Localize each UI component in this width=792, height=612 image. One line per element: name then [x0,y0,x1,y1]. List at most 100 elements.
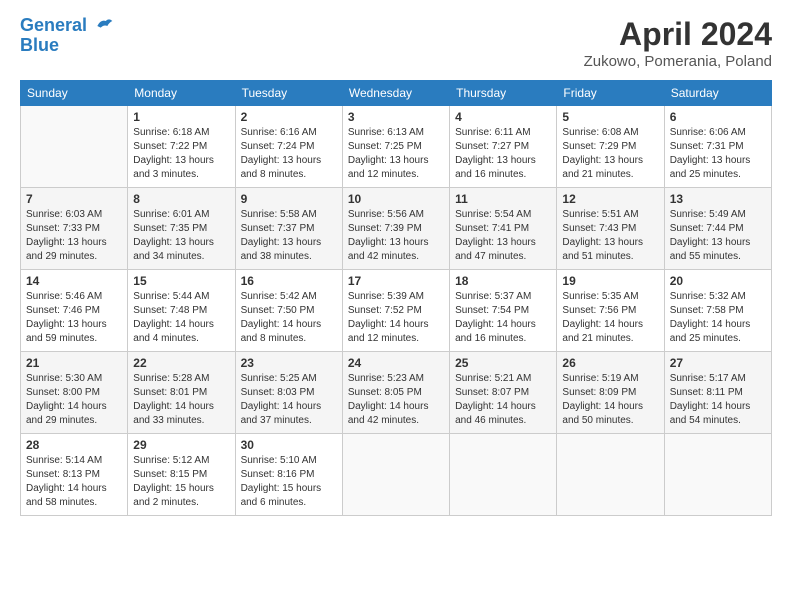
day-info: Sunrise: 5:46 AM [26,290,122,304]
calendar-day-header: Friday [557,81,664,106]
day-number: 14 [26,274,122,288]
day-info: Sunrise: 6:16 AM [241,126,337,140]
day-info: Daylight: 14 hours [670,318,766,332]
day-info: Sunset: 8:09 PM [562,386,658,400]
calendar-cell: 20Sunrise: 5:32 AMSunset: 7:58 PMDayligh… [664,270,771,352]
day-info: Daylight: 14 hours [455,400,551,414]
day-info: Sunset: 7:31 PM [670,140,766,154]
day-info: Daylight: 13 hours [562,154,658,168]
calendar-cell [342,434,449,516]
day-info: Sunrise: 5:42 AM [241,290,337,304]
day-info: and 46 minutes. [455,414,551,428]
day-number: 4 [455,110,551,124]
day-info: Sunset: 7:58 PM [670,304,766,318]
main-title: April 2024 [584,16,772,53]
day-info: Sunrise: 5:12 AM [133,454,229,468]
day-info: Sunset: 8:07 PM [455,386,551,400]
day-info: Sunset: 7:48 PM [133,304,229,318]
day-info: Sunrise: 5:25 AM [241,372,337,386]
day-info: Daylight: 13 hours [26,236,122,250]
day-info: and 25 minutes. [670,332,766,346]
day-number: 5 [562,110,658,124]
day-info: and 55 minutes. [670,250,766,264]
day-info: Sunset: 8:13 PM [26,468,122,482]
day-info: Daylight: 13 hours [241,154,337,168]
calendar-cell: 3Sunrise: 6:13 AMSunset: 7:25 PMDaylight… [342,106,449,188]
day-info: Daylight: 14 hours [348,400,444,414]
day-info: Daylight: 14 hours [133,318,229,332]
day-info: Daylight: 14 hours [455,318,551,332]
calendar-week-row: 1Sunrise: 6:18 AMSunset: 7:22 PMDaylight… [21,106,772,188]
subtitle: Zukowo, Pomerania, Poland [584,53,772,70]
page: General Blue April 2024 Zukowo, Pomerani… [0,0,792,612]
day-number: 13 [670,192,766,206]
calendar-cell [664,434,771,516]
day-info: Sunset: 8:01 PM [133,386,229,400]
day-info: Sunrise: 5:28 AM [133,372,229,386]
day-info: Sunrise: 5:19 AM [562,372,658,386]
day-info: Daylight: 13 hours [455,236,551,250]
calendar-week-row: 28Sunrise: 5:14 AMSunset: 8:13 PMDayligh… [21,434,772,516]
day-info: Daylight: 13 hours [348,236,444,250]
day-number: 7 [26,192,122,206]
calendar-cell: 30Sunrise: 5:10 AMSunset: 8:16 PMDayligh… [235,434,342,516]
day-number: 19 [562,274,658,288]
day-info: Daylight: 13 hours [133,236,229,250]
day-info: Daylight: 14 hours [26,400,122,414]
day-info: Sunrise: 5:37 AM [455,290,551,304]
day-info: Sunrise: 6:06 AM [670,126,766,140]
calendar-week-row: 14Sunrise: 5:46 AMSunset: 7:46 PMDayligh… [21,270,772,352]
day-info: Sunset: 7:24 PM [241,140,337,154]
day-info: Sunset: 8:03 PM [241,386,337,400]
day-info: and 16 minutes. [455,332,551,346]
day-info: Sunset: 7:29 PM [562,140,658,154]
day-info: Daylight: 14 hours [133,400,229,414]
day-info: and 21 minutes. [562,168,658,182]
logo-text: General [20,16,114,36]
calendar-cell: 19Sunrise: 5:35 AMSunset: 7:56 PMDayligh… [557,270,664,352]
day-info: and 51 minutes. [562,250,658,264]
day-info: Daylight: 13 hours [455,154,551,168]
day-info: Sunrise: 5:44 AM [133,290,229,304]
calendar-cell: 15Sunrise: 5:44 AMSunset: 7:48 PMDayligh… [128,270,235,352]
day-info: Sunrise: 6:01 AM [133,208,229,222]
day-info: Daylight: 13 hours [670,236,766,250]
day-number: 12 [562,192,658,206]
day-info: and 50 minutes. [562,414,658,428]
logo-text2: Blue [20,36,114,56]
day-info: Daylight: 13 hours [670,154,766,168]
calendar-cell [21,106,128,188]
day-info: Sunset: 7:52 PM [348,304,444,318]
day-info: Sunset: 8:11 PM [670,386,766,400]
day-info: Sunrise: 6:18 AM [133,126,229,140]
day-number: 3 [348,110,444,124]
day-info: Sunset: 7:25 PM [348,140,444,154]
day-info: Sunrise: 5:23 AM [348,372,444,386]
day-info: Sunset: 7:56 PM [562,304,658,318]
day-number: 28 [26,438,122,452]
day-info: Sunset: 7:37 PM [241,222,337,236]
calendar-day-header: Saturday [664,81,771,106]
day-info: Sunset: 8:16 PM [241,468,337,482]
day-info: Sunrise: 5:54 AM [455,208,551,222]
calendar-cell: 27Sunrise: 5:17 AMSunset: 8:11 PMDayligh… [664,352,771,434]
day-info: and 59 minutes. [26,332,122,346]
day-info: and 2 minutes. [133,496,229,510]
day-info: and 58 minutes. [26,496,122,510]
day-info: Daylight: 15 hours [133,482,229,496]
day-info: Sunset: 7:43 PM [562,222,658,236]
day-info: and 42 minutes. [348,414,444,428]
day-number: 18 [455,274,551,288]
calendar-cell: 24Sunrise: 5:23 AMSunset: 8:05 PMDayligh… [342,352,449,434]
calendar-cell: 10Sunrise: 5:56 AMSunset: 7:39 PMDayligh… [342,188,449,270]
day-info: Sunrise: 5:10 AM [241,454,337,468]
day-number: 24 [348,356,444,370]
calendar-cell: 23Sunrise: 5:25 AMSunset: 8:03 PMDayligh… [235,352,342,434]
day-info: Sunset: 8:00 PM [26,386,122,400]
header: General Blue April 2024 Zukowo, Pomerani… [20,16,772,70]
day-number: 22 [133,356,229,370]
day-info: Sunset: 7:33 PM [26,222,122,236]
day-info: Sunset: 7:22 PM [133,140,229,154]
calendar-day-header: Monday [128,81,235,106]
calendar-cell: 2Sunrise: 6:16 AMSunset: 7:24 PMDaylight… [235,106,342,188]
